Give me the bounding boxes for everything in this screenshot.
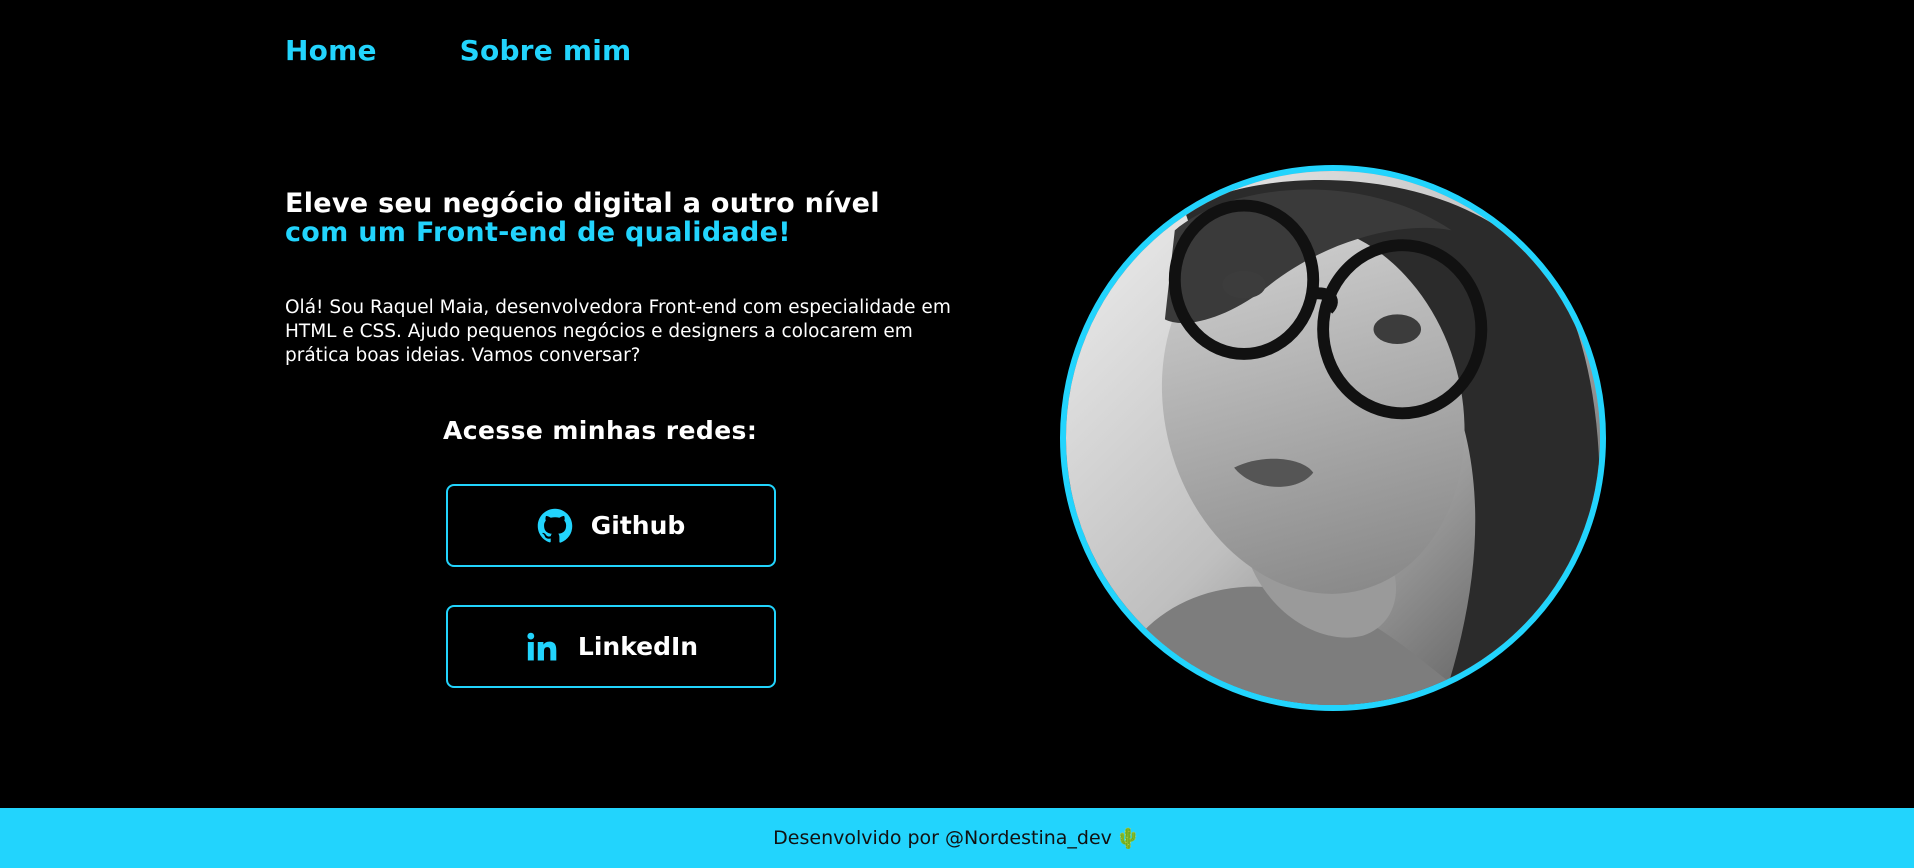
profile-portrait: [1060, 165, 1606, 711]
linkedin-label: LinkedIn: [577, 632, 699, 661]
headline-accent: com um Front-end de qualidade!: [285, 217, 791, 248]
cactus-icon: 🌵: [1115, 827, 1141, 850]
footer: Desenvolvido por @Nordestina_dev 🌵: [0, 808, 1914, 868]
github-label: Github: [590, 511, 686, 540]
nav-link-home[interactable]: Home: [285, 34, 377, 67]
page: Home Sobre mim Eleve seu negócio digital…: [0, 0, 1914, 868]
socials-title: Acesse minhas redes:: [443, 416, 758, 445]
headline-white: Eleve seu negócio digital a outro nível: [285, 188, 880, 219]
portrait-illustration: [1066, 171, 1600, 705]
hero-headline: Eleve seu negócio digital a outro nível …: [285, 189, 945, 247]
github-button[interactable]: Github: [446, 484, 776, 567]
linkedin-icon: [524, 629, 560, 665]
hero-intro: Olá! Sou Raquel Maia, desenvolvedora Fro…: [285, 297, 951, 366]
nav-link-about[interactable]: Sobre mim: [460, 34, 632, 67]
footer-credit: Desenvolvido por @Nordestina_dev: [773, 827, 1112, 849]
top-nav: Home Sobre mim: [285, 34, 631, 67]
github-icon: [537, 508, 573, 544]
linkedin-button[interactable]: LinkedIn: [446, 605, 776, 688]
